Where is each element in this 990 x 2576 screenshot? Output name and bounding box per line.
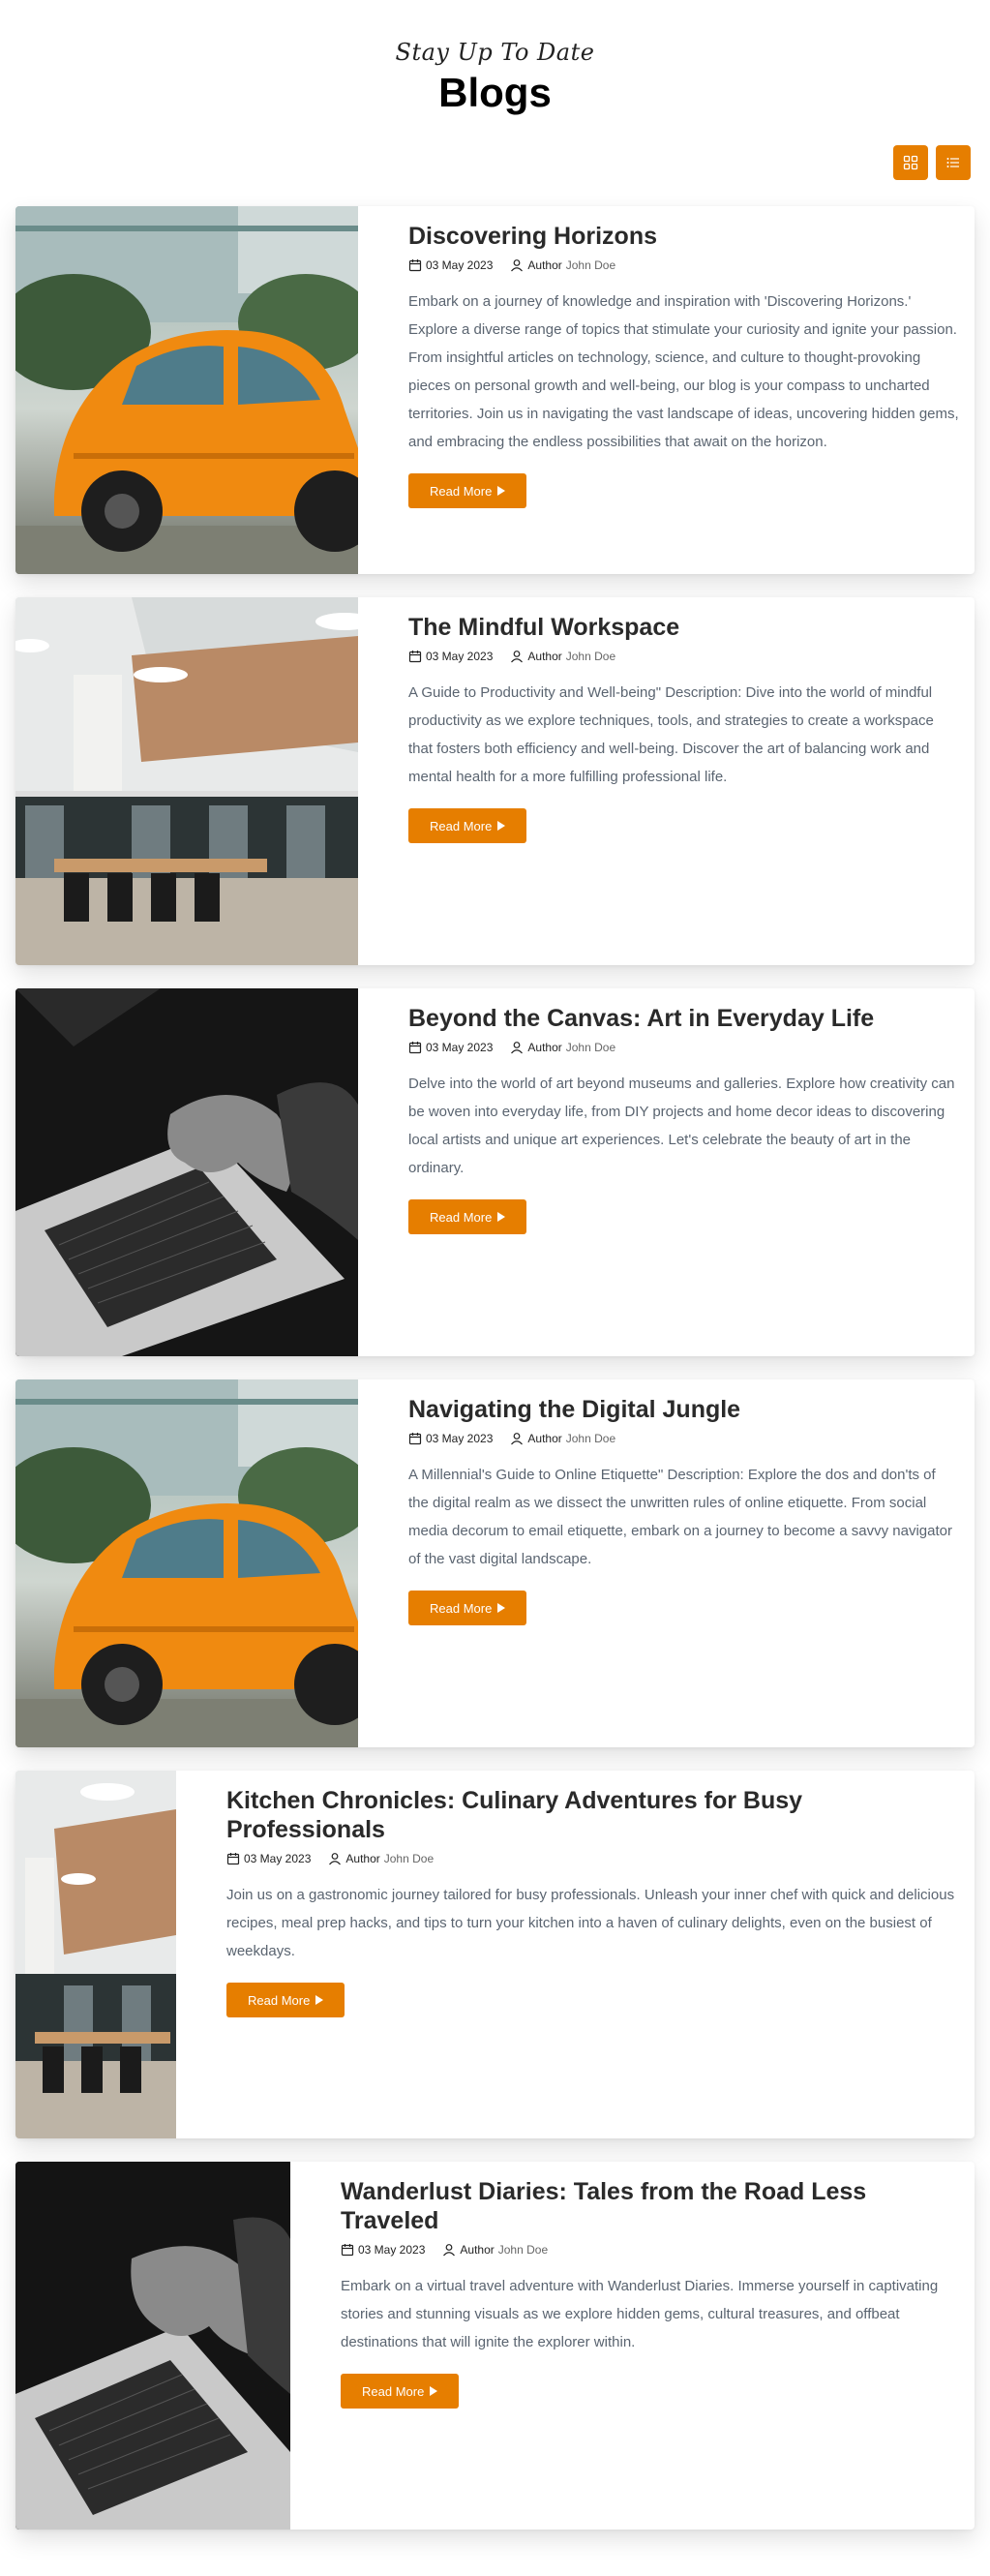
read-more-button[interactable]: Read More — [408, 473, 527, 508]
blog-image-office[interactable] — [15, 1771, 176, 2138]
play-arrow-icon — [497, 821, 506, 831]
grid-icon — [903, 155, 918, 170]
blog-card: Beyond the Canvas: Art in Everyday Life … — [15, 988, 975, 1356]
blog-excerpt: Embark on a journey of knowledge and ins… — [408, 293, 959, 450]
list-view-button[interactable] — [936, 145, 971, 180]
blog-excerpt: Join us on a gastronomic journey tailore… — [226, 1887, 955, 1959]
blog-author: Author John Doe — [510, 650, 615, 663]
blog-card-body: The Mindful Workspace 03 May 2023 Author… — [358, 597, 975, 965]
blog-image-car[interactable] — [15, 1379, 358, 1747]
blog-meta: 03 May 2023 Author John Doe — [226, 1852, 959, 1865]
blog-excerpt: A Guide to Productivity and Well-being" … — [408, 684, 934, 785]
play-arrow-icon — [430, 2386, 438, 2396]
blog-excerpt: A Millennial's Guide to Online Etiquette… — [408, 1467, 952, 1567]
read-more-button[interactable]: Read More — [341, 2374, 460, 2409]
view-toggle-group — [893, 145, 971, 180]
blog-date: 03 May 2023 — [341, 2243, 425, 2257]
user-icon — [511, 1042, 524, 1054]
blog-meta: 03 May 2023 Author John Doe — [408, 1041, 959, 1054]
blog-title[interactable]: Wanderlust Diaries: Tales from the Road … — [341, 2177, 959, 2235]
page-title: Blogs — [438, 70, 552, 115]
blog-card: Kitchen Chronicles: Culinary Adventures … — [15, 1771, 975, 2138]
calendar-icon — [226, 1853, 240, 1865]
blog-author: Author John Doe — [510, 1432, 615, 1445]
user-icon — [511, 259, 524, 272]
office-illustration — [15, 1771, 176, 2138]
read-more-button[interactable]: Read More — [226, 1983, 345, 2017]
play-arrow-icon — [497, 486, 506, 496]
blog-date: 03 May 2023 — [408, 1432, 493, 1445]
blog-meta: 03 May 2023 Author John Doe — [408, 1432, 959, 1445]
blog-image-laptop[interactable] — [15, 988, 358, 1356]
laptop-illustration — [15, 2162, 290, 2530]
blog-card-body: Beyond the Canvas: Art in Everyday Life … — [358, 988, 975, 1356]
blog-card: Navigating the Digital Jungle 03 May 202… — [15, 1379, 975, 1747]
calendar-icon — [408, 1433, 422, 1445]
blog-author: Author John Doe — [510, 258, 615, 272]
play-arrow-icon — [497, 1603, 506, 1613]
blog-author: Author John Doe — [442, 2243, 548, 2257]
user-icon — [443, 2244, 456, 2257]
blog-title[interactable]: Kitchen Chronicles: Culinary Adventures … — [226, 1786, 959, 1844]
read-more-button[interactable]: Read More — [408, 808, 527, 843]
blog-title[interactable]: Beyond the Canvas: Art in Everyday Life — [408, 1004, 959, 1033]
blog-list: Discovering Horizons 03 May 2023 Author … — [15, 206, 975, 2553]
blog-date: 03 May 2023 — [408, 650, 493, 663]
blog-date: 03 May 2023 — [226, 1852, 311, 1865]
blog-meta: 03 May 2023 Author John Doe — [341, 2243, 959, 2257]
car-illustration — [15, 206, 358, 574]
blog-card-body: Navigating the Digital Jungle 03 May 202… — [358, 1379, 975, 1747]
blog-card: The Mindful Workspace 03 May 2023 Author… — [15, 597, 975, 965]
calendar-icon — [408, 259, 422, 272]
blog-image-laptop[interactable] — [15, 2162, 290, 2530]
read-more-button[interactable]: Read More — [408, 1591, 527, 1625]
car-illustration — [15, 1379, 358, 1747]
blog-card-body: Kitchen Chronicles: Culinary Adventures … — [176, 1771, 975, 2138]
blog-date: 03 May 2023 — [408, 258, 493, 272]
blog-excerpt: Delve into the world of art beyond museu… — [408, 1076, 955, 1176]
play-arrow-icon — [315, 1995, 324, 2005]
blog-title[interactable]: Discovering Horizons — [408, 222, 959, 251]
blog-excerpt: Embark on a virtual travel adventure wit… — [341, 2278, 939, 2350]
page-header: Stay Up To Date Blogs — [0, 0, 990, 126]
calendar-icon — [341, 2244, 354, 2257]
blog-meta: 03 May 2023 Author John Doe — [408, 258, 959, 272]
blog-card: Wanderlust Diaries: Tales from the Road … — [15, 2162, 975, 2530]
grid-view-button[interactable] — [893, 145, 928, 180]
blog-card-body: Wanderlust Diaries: Tales from the Road … — [290, 2162, 975, 2530]
blog-image-car[interactable] — [15, 206, 358, 574]
blog-image-office[interactable] — [15, 597, 358, 965]
calendar-icon — [408, 651, 422, 663]
laptop-illustration — [15, 988, 358, 1356]
blog-card-body: Discovering Horizons 03 May 2023 Author … — [358, 206, 975, 574]
read-more-button[interactable]: Read More — [408, 1199, 527, 1234]
blog-card: Discovering Horizons 03 May 2023 Author … — [15, 206, 975, 574]
user-icon — [511, 1433, 524, 1445]
list-icon — [946, 158, 959, 167]
blog-title[interactable]: Navigating the Digital Jungle — [408, 1395, 959, 1424]
blog-title[interactable]: The Mindful Workspace — [408, 613, 959, 642]
blog-author: Author John Doe — [328, 1852, 434, 1865]
blog-meta: 03 May 2023 Author John Doe — [408, 650, 959, 663]
office-illustration — [15, 597, 358, 965]
play-arrow-icon — [497, 1212, 506, 1222]
user-icon — [329, 1853, 342, 1865]
blog-author: Author John Doe — [510, 1041, 615, 1054]
tagline: Stay Up To Date — [395, 39, 595, 66]
blog-date: 03 May 2023 — [408, 1041, 493, 1054]
user-icon — [511, 651, 524, 663]
calendar-icon — [408, 1042, 422, 1054]
